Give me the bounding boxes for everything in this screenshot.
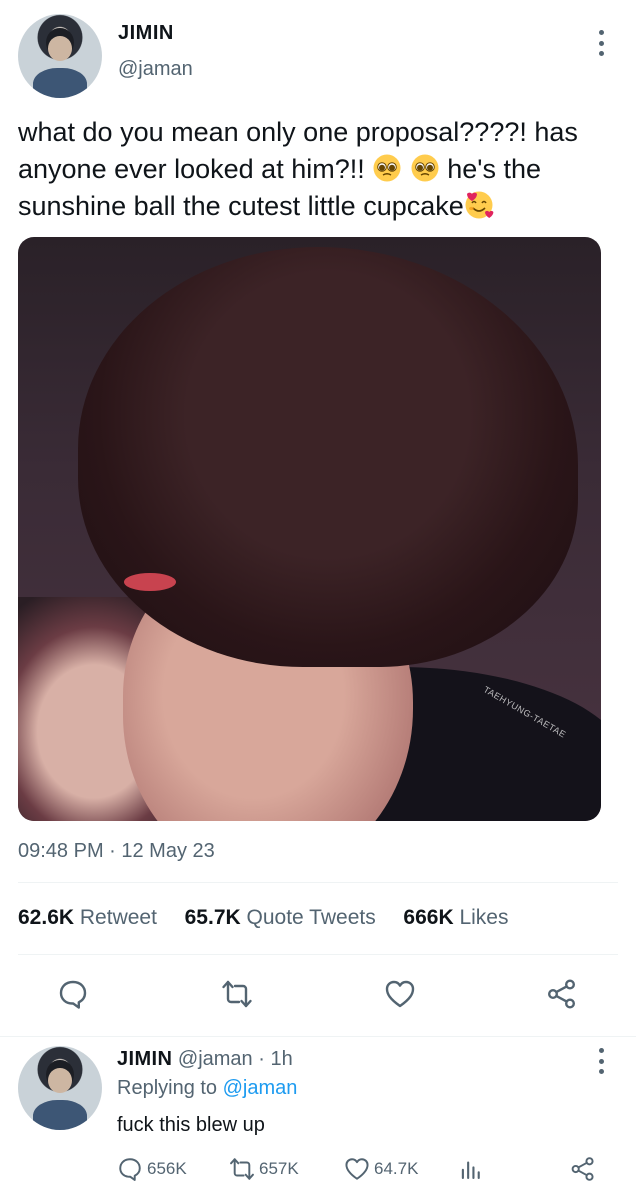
- reply-retweet-button[interactable]: 657K: [229, 1156, 299, 1182]
- section-divider: [0, 1036, 636, 1037]
- like-count[interactable]: 666K: [403, 906, 453, 929]
- reply-like-button[interactable]: 64.7K: [344, 1156, 418, 1182]
- divider: [18, 882, 618, 883]
- tweet-text-line: sunshine ball the cutest little cupcake: [18, 188, 628, 225]
- share-icon: [571, 1157, 594, 1181]
- tweet-text-line: anyone ever looked at him?!! he's the: [18, 151, 628, 188]
- tweet-stats: 62.6K Retweet 65.7K Quote Tweets 666K Li…: [18, 906, 508, 930]
- avatar-figure-head: [48, 35, 72, 62]
- more-vertical-icon[interactable]: [596, 30, 606, 56]
- tweet-text-fragment: sunshine ball the cutest little cupcake: [18, 191, 464, 221]
- heart-icon[interactable]: [384, 978, 416, 1010]
- retweet-label[interactable]: Retweet: [80, 906, 157, 929]
- tweet-text-line: what do you mean only one proposal????! …: [18, 117, 578, 147]
- author-name[interactable]: JIMIN: [118, 22, 174, 45]
- photo-tongue: [124, 573, 176, 591]
- pleading-face-emoji: [411, 154, 439, 182]
- tweet-text-fragment: he's the: [447, 154, 541, 184]
- quote-count[interactable]: 65.7K: [185, 906, 241, 929]
- avatar-figure-head: [48, 1067, 72, 1094]
- tweet-text: what do you mean only one proposal????! …: [18, 114, 628, 225]
- retweet-icon: [230, 1158, 254, 1180]
- replying-to-label: Replying to: [117, 1077, 218, 1099]
- tweet-text-fragment: anyone ever looked at him?!!: [18, 154, 365, 184]
- replying-to-link[interactable]: @jaman: [223, 1077, 298, 1099]
- replying-to: Replying to @jaman: [117, 1077, 297, 1100]
- like-label[interactable]: Likes: [459, 906, 508, 929]
- heart-icon: [345, 1158, 369, 1180]
- reply-author-avatar[interactable]: [18, 1046, 102, 1130]
- quote-label[interactable]: Quote Tweets: [247, 906, 376, 929]
- reply-views-button[interactable]: [458, 1156, 488, 1182]
- avatar-figure-body: [33, 67, 87, 98]
- tweet-photo[interactable]: TAEHYUNG-TAETAE: [18, 237, 601, 821]
- smiling-face-with-hearts-emoji: [465, 191, 494, 219]
- reply-reply-count: 656K: [147, 1159, 187, 1178]
- reply-bubble-icon: [119, 1158, 141, 1181]
- reply-author-name[interactable]: JIMIN: [117, 1048, 172, 1070]
- pleading-face-emoji: [373, 154, 401, 182]
- author-avatar[interactable]: [18, 14, 102, 98]
- reply-share-button[interactable]: [570, 1156, 600, 1182]
- reply-retweet-count: 657K: [259, 1159, 299, 1178]
- more-vertical-icon[interactable]: [596, 1048, 606, 1074]
- tweet-timestamp[interactable]: 09:48 PM · 12 May 23: [18, 840, 215, 863]
- photo-hair: [78, 247, 578, 667]
- reply-header: JIMIN @jaman · 1h: [117, 1048, 293, 1071]
- reply-time[interactable]: · 1h: [258, 1048, 292, 1070]
- divider: [18, 954, 618, 955]
- reply-bubble-icon[interactable]: [57, 978, 89, 1010]
- share-icon[interactable]: [546, 978, 578, 1010]
- avatar-figure-body: [33, 1099, 87, 1130]
- retweet-icon[interactable]: [221, 978, 253, 1010]
- reply-author-handle[interactable]: @jaman: [178, 1048, 253, 1070]
- author-handle[interactable]: @jaman: [118, 58, 193, 81]
- analytics-icon: [461, 1161, 480, 1179]
- reply-reply-button[interactable]: 656K: [117, 1156, 187, 1182]
- reply-text: fuck this blew up: [117, 1114, 265, 1136]
- reply-like-count: 64.7K: [374, 1159, 419, 1178]
- retweet-count[interactable]: 62.6K: [18, 906, 74, 929]
